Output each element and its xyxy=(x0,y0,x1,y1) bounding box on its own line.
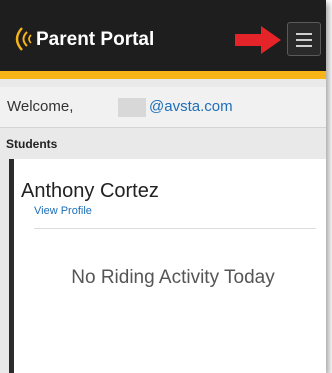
header-accent-stripe xyxy=(0,71,326,79)
student-name: Anthony Cortez xyxy=(21,180,159,202)
menu-bar xyxy=(296,33,312,35)
students-section-heading: Students xyxy=(6,137,58,151)
riding-activity-status: No Riding Activity Today xyxy=(71,267,275,288)
redacted-email-username xyxy=(118,98,146,117)
red-arrow-right-icon xyxy=(235,26,281,54)
menu-bar xyxy=(296,39,312,41)
user-email-link[interactable]: @avsta.com xyxy=(149,98,233,115)
view-profile-link[interactable]: View Profile xyxy=(34,205,92,217)
divider xyxy=(0,127,326,128)
menu-bar xyxy=(296,45,312,47)
hamburger-menu-button[interactable] xyxy=(287,22,321,56)
card-divider xyxy=(34,228,316,229)
signal-waves-icon xyxy=(15,27,32,51)
app-header: Parent Portal xyxy=(0,0,326,79)
welcome-bar: Welcome, @avsta.com xyxy=(0,87,326,127)
welcome-greeting: Welcome, xyxy=(7,98,74,115)
app-title: Parent Portal xyxy=(36,29,155,50)
app-frame: Parent Portal Welcome, @avsta.com Studen… xyxy=(0,0,326,373)
